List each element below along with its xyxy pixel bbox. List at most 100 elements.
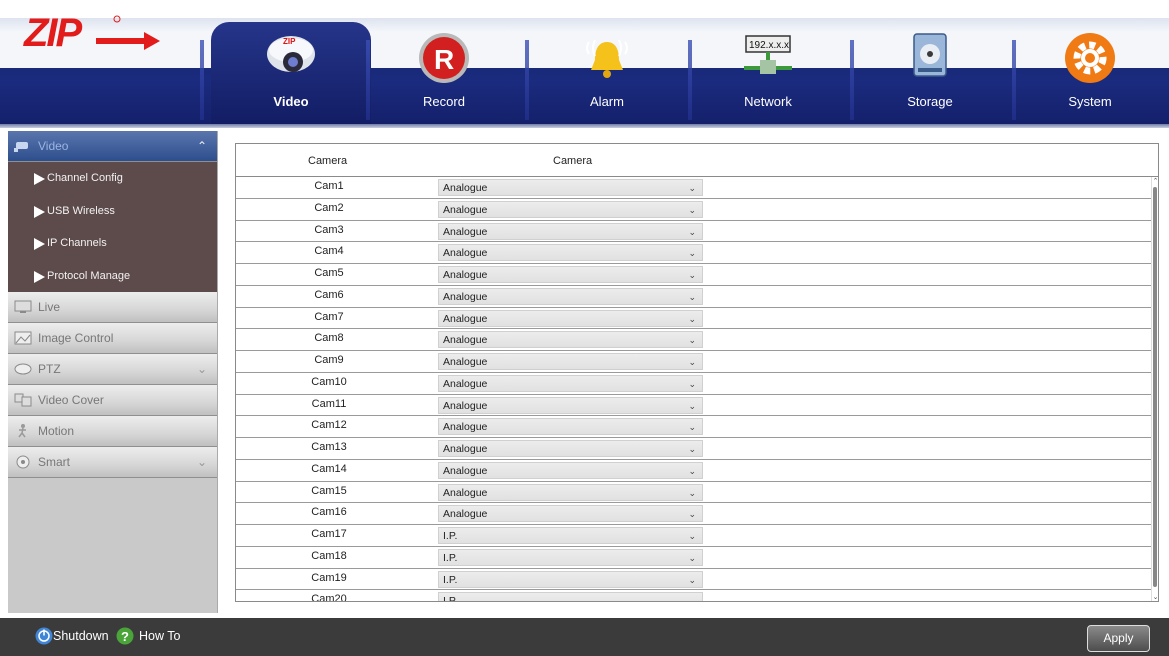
gear-icon: [1065, 33, 1115, 83]
camera-type-select[interactable]: Analogue ⌄: [438, 418, 703, 436]
chevron-down-icon[interactable]: ⌄: [197, 354, 207, 385]
camera-type-select[interactable]: Analogue ⌄: [438, 440, 703, 457]
table-row: Cam3 Analogue ⌄: [236, 221, 1153, 243]
record-icon: R: [419, 33, 469, 83]
svg-text:?: ?: [121, 629, 129, 644]
tab-video[interactable]: ZIP Video: [211, 22, 371, 124]
chevron-down-icon: ⌄: [688, 204, 696, 215]
how-to-button[interactable]: How To: [139, 629, 180, 643]
table-row: Cam5 Analogue ⌄: [236, 264, 1153, 286]
triangle-right-icon: [34, 238, 45, 250]
sidebar-item-label: Live: [38, 300, 61, 314]
camera-type-select[interactable]: Analogue ⌄: [438, 483, 703, 501]
shutdown-button[interactable]: Shutdown: [53, 629, 109, 643]
tab-alarm-label: Alarm: [590, 94, 624, 109]
sidebar-item-smart[interactable]: Smart ⌄: [8, 447, 217, 478]
top-header: ZIP ZIP Video R Record Alarm 192.x.x.x N…: [0, 0, 1169, 128]
vertical-scrollbar[interactable]: ⌃ ⌄: [1151, 177, 1158, 601]
camera-type-select[interactable]: I.P. ⌄: [438, 570, 703, 588]
table-row: Cam12 Analogue ⌄: [236, 416, 1153, 438]
sidebar-item-video-cover[interactable]: Video Cover: [8, 385, 217, 416]
video-cover-icon: [14, 393, 32, 407]
triangle-right-icon: [34, 205, 45, 218]
camera-type-value: I.P.: [443, 573, 458, 586]
camera-type-value: I.P.: [443, 595, 458, 602]
camera-type-value: Analogue: [443, 225, 488, 238]
camera-type-select[interactable]: Analogue ⌄: [438, 287, 703, 305]
camera-type-select[interactable]: Analogue ⌄: [438, 505, 703, 523]
chevron-down-icon: ⌄: [688, 596, 696, 602]
chevron-up-icon[interactable]: ⌃: [197, 131, 207, 162]
submenu-channel-config[interactable]: Channel Config: [8, 162, 217, 195]
svg-text:ZIP: ZIP: [23, 14, 83, 54]
help-icon[interactable]: ?: [116, 627, 134, 645]
table-row: Cam13 Analogue ⌄: [236, 438, 1153, 460]
camera-type-select[interactable]: I.P. ⌄: [438, 548, 703, 566]
camera-type-select[interactable]: Analogue ⌄: [438, 244, 703, 262]
submenu-usb-wireless[interactable]: USB Wireless: [8, 194, 217, 227]
chevron-down-icon: ⌄: [688, 465, 696, 476]
chevron-down-icon: ⌄: [688, 552, 696, 563]
camera-type-select[interactable]: Analogue ⌄: [438, 396, 703, 414]
camera-name-cell: Cam1: [314, 180, 344, 192]
camera-type-value: Analogue: [443, 464, 488, 477]
camera-type-select[interactable]: Analogue ⌄: [438, 309, 703, 327]
apply-button[interactable]: Apply: [1087, 625, 1150, 652]
table-row: Cam11 Analogue ⌄: [236, 395, 1153, 417]
camera-type-select[interactable]: Analogue ⌄: [438, 461, 703, 479]
power-icon[interactable]: [35, 627, 53, 645]
bell-icon: [586, 39, 628, 78]
camera-type-value: Analogue: [443, 377, 488, 390]
column-header-camera-type: Camera: [553, 155, 593, 167]
camera-type-value: Analogue: [443, 312, 488, 325]
smart-icon: [16, 455, 30, 469]
chevron-down-icon: ⌄: [688, 531, 696, 541]
tab-separator: [200, 40, 204, 120]
scroll-down-icon[interactable]: ⌄: [1152, 593, 1158, 601]
tab-alarm[interactable]: Alarm: [527, 22, 687, 124]
sidebar-item-label: Video: [38, 139, 69, 153]
table-row: Cam1 Analogue ⌄: [236, 177, 1153, 199]
sidebar-item-live[interactable]: Live: [8, 292, 217, 323]
tab-network[interactable]: 192.x.x.x Network: [688, 22, 848, 124]
camera-type-select[interactable]: Analogue ⌄: [438, 353, 703, 370]
camera-type-value: I.P.: [443, 530, 458, 542]
scrollbar-thumb[interactable]: [1153, 187, 1157, 587]
camera-type-select[interactable]: I.P. ⌄: [438, 527, 703, 544]
sidebar-item-label: Smart: [38, 455, 71, 469]
chevron-down-icon[interactable]: ⌄: [197, 447, 207, 478]
camera-name-cell: Cam10: [311, 375, 347, 388]
monitor-icon: [14, 300, 32, 313]
sidebar-item-label: Motion: [38, 424, 75, 438]
tab-storage-label: Storage: [907, 94, 953, 109]
camera-type-select[interactable]: Analogue ⌄: [438, 200, 703, 218]
tab-video-label: Video: [273, 94, 309, 109]
camera-type-select[interactable]: Analogue ⌄: [438, 222, 703, 240]
camera-name-cell: Cam5: [314, 267, 344, 279]
sidebar-item-image-control[interactable]: Image Control: [8, 323, 217, 354]
chevron-down-icon: ⌄: [688, 226, 696, 237]
camera-name-cell: Cam18: [311, 549, 347, 562]
scroll-up-icon[interactable]: ⌃: [1152, 177, 1158, 185]
camera-type-select[interactable]: Analogue ⌄: [438, 179, 703, 196]
tab-system[interactable]: System: [1010, 22, 1169, 124]
sidebar-item-motion[interactable]: Motion: [8, 416, 217, 447]
camera-name-cell: Cam15: [311, 484, 347, 497]
camera-name-cell: Cam13: [311, 441, 347, 453]
table-row: Cam18 I.P. ⌄: [236, 547, 1153, 569]
tab-record[interactable]: R Record: [364, 22, 524, 124]
camera-type-select[interactable]: Analogue ⌄: [438, 374, 703, 392]
camera-name-cell: Cam8: [314, 332, 344, 345]
camera-name-cell: Cam14: [311, 462, 347, 475]
tab-storage[interactable]: Storage: [850, 22, 1010, 124]
submenu-protocol-manage[interactable]: Protocol Manage: [8, 259, 217, 292]
table-row: Cam2 Analogue ⌄: [236, 199, 1153, 221]
sidebar-item-ptz[interactable]: PTZ ⌄: [8, 354, 217, 385]
camera-name-cell: Cam3: [314, 223, 344, 236]
hard-drive-icon: [913, 33, 947, 77]
camera-type-select[interactable]: I.P. ⌄: [438, 592, 703, 602]
camera-type-select[interactable]: Analogue ⌄: [438, 331, 703, 349]
submenu-ip-channels[interactable]: IP Channels: [8, 227, 217, 260]
sidebar-item-video[interactable]: Video ⌃: [8, 131, 217, 162]
camera-type-select[interactable]: Analogue ⌄: [438, 266, 703, 283]
